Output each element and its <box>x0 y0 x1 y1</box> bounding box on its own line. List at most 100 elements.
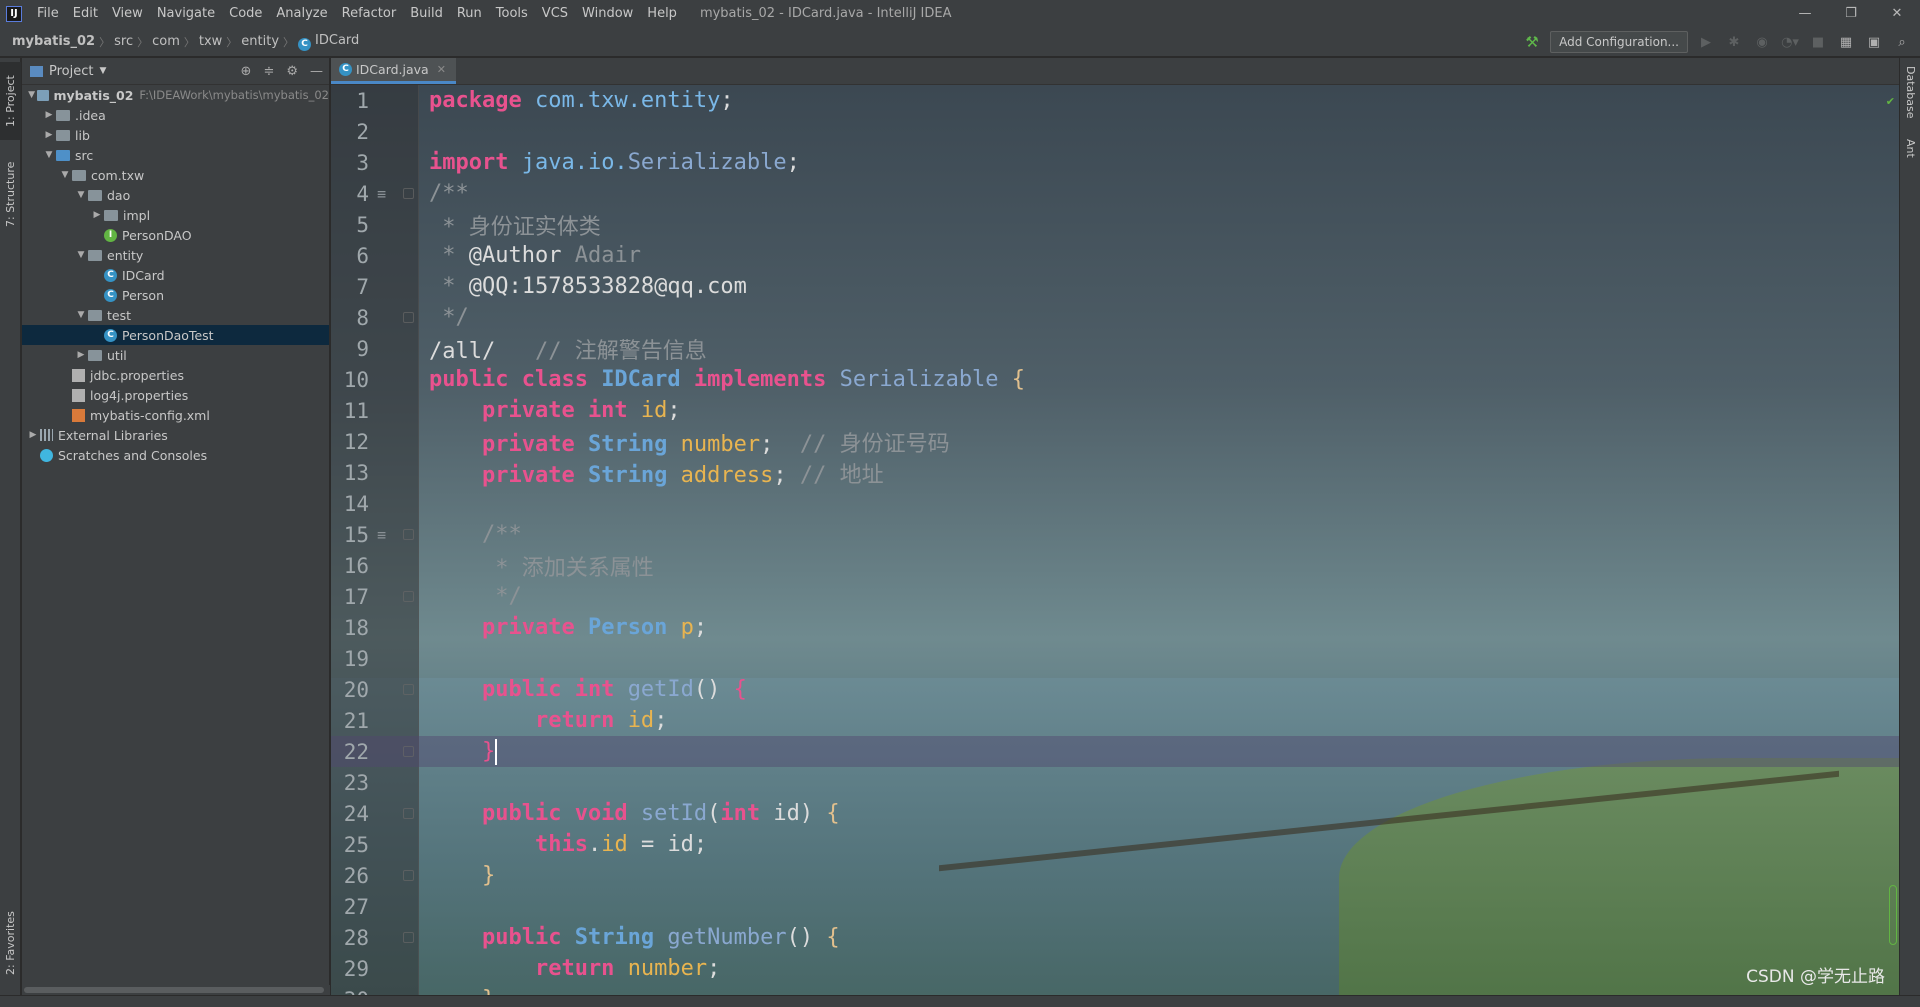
code-line[interactable]: 24 public void setId(int id) { <box>331 798 1899 829</box>
close-button[interactable]: ✕ <box>1874 0 1920 27</box>
menu-help[interactable]: Help <box>640 0 684 27</box>
tree-item[interactable]: mybatis-config.xml <box>22 405 329 425</box>
hammer-icon[interactable]: ⚒ <box>1522 33 1542 51</box>
code-line[interactable]: 3 import java.io.Serializable; <box>331 147 1899 178</box>
tree-item[interactable]: ▼ com.txw <box>22 165 329 185</box>
code-line[interactable]: 7 * @QQ:1578533828@qq.com <box>331 271 1899 302</box>
fold-marker-icon[interactable] <box>403 312 414 323</box>
code-line[interactable]: 6 * @Author Adair <box>331 240 1899 271</box>
code-line[interactable]: 1 package com.txw.entity; <box>331 85 1899 116</box>
code-line[interactable]: 27 <box>331 891 1899 922</box>
code-line[interactable]: 4 ≡ /** <box>331 178 1899 209</box>
breadcrumb-idcard[interactable]: C IDCard <box>294 33 363 51</box>
collapse-all-icon[interactable]: ≑ <box>263 64 274 79</box>
chevron-right-icon[interactable]: ▶ <box>74 350 88 360</box>
breadcrumb-project[interactable]: mybatis_02 <box>0 34 99 49</box>
menu-analyze[interactable]: Analyze <box>269 0 334 27</box>
scrollbar-thumb[interactable] <box>24 987 324 993</box>
chevron-down-icon[interactable]: ▼ <box>74 310 88 320</box>
breadcrumb-entity[interactable]: entity <box>237 34 283 49</box>
chevron-right-icon[interactable]: ▶ <box>26 430 40 440</box>
menu-file[interactable]: File <box>30 0 66 27</box>
tree-item[interactable]: ▼ src <box>22 145 329 165</box>
fold-marker-icon[interactable] <box>403 870 414 881</box>
database-tool-tab[interactable]: Database <box>1900 62 1920 122</box>
tree-item[interactable]: C IDCard <box>22 265 329 285</box>
chevron-down-icon[interactable]: ▼ <box>74 250 88 260</box>
chevron-right-icon[interactable]: ▶ <box>42 110 56 120</box>
chevron-down-icon[interactable]: ▼ <box>74 190 88 200</box>
code-line[interactable]: 22 } <box>331 736 1899 767</box>
editor-scrollbar[interactable]: ✔ <box>1885 85 1899 995</box>
tree-item[interactable]: ▶ lib <box>22 125 329 145</box>
code-line[interactable]: 23 <box>331 767 1899 798</box>
code-line[interactable]: 20 public int getId() { <box>331 674 1899 705</box>
code-line[interactable]: 13 private String address; // 地址 <box>331 457 1899 488</box>
chevron-down-icon[interactable]: ▼ <box>42 150 56 160</box>
menu-edit[interactable]: Edit <box>66 0 105 27</box>
code-line[interactable]: 30 } <box>331 984 1899 995</box>
fold-marker-icon[interactable] <box>403 808 414 819</box>
profile-icon[interactable]: ◔▾ <box>1780 35 1800 50</box>
chevron-right-icon[interactable]: ▶ <box>42 130 56 140</box>
code-line[interactable]: 12 private String number; // 身份证号码 <box>331 426 1899 457</box>
hide-icon[interactable]: — <box>310 64 323 79</box>
add-configuration-button[interactable]: Add Configuration... <box>1550 31 1688 53</box>
fold-marker-icon[interactable] <box>403 746 414 757</box>
tree-item[interactable]: C PersonDaoTest <box>22 325 329 345</box>
code-line[interactable]: 10 public class IDCard implements Seriali… <box>331 364 1899 395</box>
tree-item[interactable]: ▶ util <box>22 345 329 365</box>
coverage-icon[interactable]: ◉ <box>1752 35 1772 50</box>
render-doc-icon[interactable]: ≡ <box>377 526 393 544</box>
code-line[interactable]: 5 * 身份证实体类 <box>331 209 1899 240</box>
menu-vcs[interactable]: VCS <box>535 0 575 27</box>
code-line[interactable]: 25 this.id = id; <box>331 829 1899 860</box>
menu-view[interactable]: View <box>105 0 150 27</box>
tree-item[interactable]: jdbc.properties <box>22 365 329 385</box>
code-line[interactable]: 18 private Person p; <box>331 612 1899 643</box>
breadcrumb-txw[interactable]: txw <box>195 34 226 49</box>
code-line[interactable]: 19 <box>331 643 1899 674</box>
menu-build[interactable]: Build <box>403 0 450 27</box>
tree-item[interactable]: log4j.properties <box>22 385 329 405</box>
tree-item[interactable]: I PersonDAO <box>22 225 329 245</box>
tree-item[interactable]: ▶ External Libraries <box>22 425 329 445</box>
tree-item[interactable]: C Person <box>22 285 329 305</box>
layout-icon[interactable]: ▣ <box>1864 35 1884 50</box>
code-line[interactable]: 14 <box>331 488 1899 519</box>
menu-window[interactable]: Window <box>575 0 640 27</box>
code-line[interactable]: 9/all/ // 注解警告信息 <box>331 333 1899 364</box>
fold-marker-icon[interactable] <box>403 684 414 695</box>
code-line[interactable]: 15 ≡ /** <box>331 519 1899 550</box>
fold-marker-icon[interactable] <box>403 529 414 540</box>
run-icon[interactable]: ▶ <box>1696 35 1716 50</box>
menu-navigate[interactable]: Navigate <box>150 0 222 27</box>
minimize-button[interactable]: — <box>1782 0 1828 27</box>
tree-item[interactable]: ▼ entity <box>22 245 329 265</box>
code-line[interactable]: 16 * 添加关系属性 <box>331 550 1899 581</box>
tree-item[interactable]: ▼ dao <box>22 185 329 205</box>
project-panel-title[interactable]: Project <box>49 64 93 79</box>
breadcrumb-src[interactable]: src <box>110 34 137 49</box>
project-tool-tab[interactable]: 1: Project <box>0 62 21 140</box>
fold-marker-icon[interactable] <box>403 591 414 602</box>
chevron-right-icon[interactable]: ▶ <box>90 210 104 220</box>
chevron-down-icon[interactable]: ▼ <box>99 66 106 76</box>
tree-item[interactable]: Scratches and Consoles <box>22 445 329 465</box>
stop-icon[interactable]: ■ <box>1808 35 1828 50</box>
fold-marker-icon[interactable] <box>403 188 414 199</box>
tree-item[interactable]: ▼ mybatis_02 F:\IDEAWork\mybatis\mybatis_0… <box>22 85 329 105</box>
code-line[interactable]: 28 public String getNumber() { <box>331 922 1899 953</box>
chevron-down-icon[interactable]: ▼ <box>58 170 72 180</box>
menu-refactor[interactable]: Refactor <box>335 0 404 27</box>
code-line[interactable]: 17 */ <box>331 581 1899 612</box>
menu-tools[interactable]: Tools <box>489 0 535 27</box>
breadcrumb-com[interactable]: com <box>148 34 184 49</box>
code-line[interactable]: 8 */ <box>331 302 1899 333</box>
menu-run[interactable]: Run <box>450 0 489 27</box>
code-line[interactable]: 26 } <box>331 860 1899 891</box>
locate-icon[interactable]: ⊕ <box>241 64 252 79</box>
search-icon[interactable]: ⌕ <box>1892 35 1912 50</box>
close-icon[interactable]: ✕ <box>437 63 446 76</box>
tree-item[interactable]: ▶ impl <box>22 205 329 225</box>
